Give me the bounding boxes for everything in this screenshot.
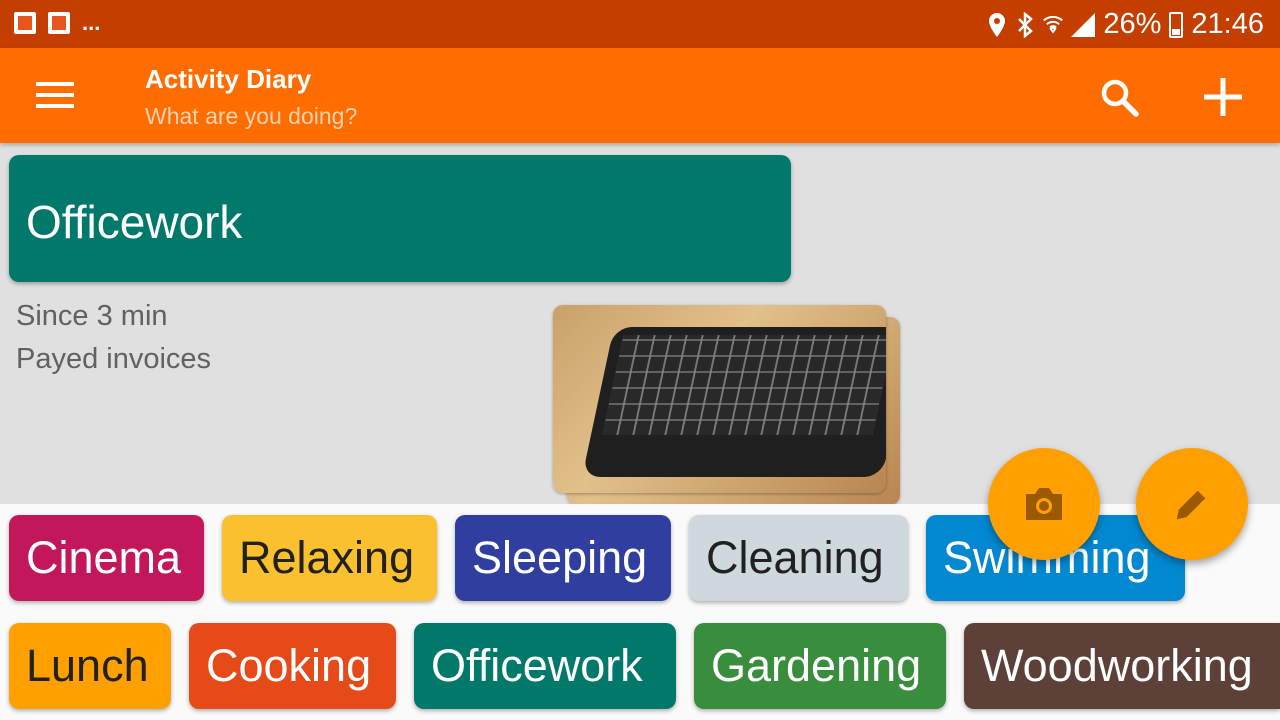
current-activity-name: Officework <box>26 196 243 248</box>
current-activity-card[interactable]: Officework <box>9 155 791 282</box>
app-title: Activity Diary <box>145 64 312 94</box>
app-subtitle: What are you doing? <box>145 103 358 129</box>
battery-percent: 26% <box>1103 8 1162 40</box>
clock: 21:46 <box>1191 8 1264 40</box>
camera-fab[interactable] <box>988 448 1100 560</box>
search-icon[interactable] <box>1098 76 1142 120</box>
activity-chip-cleaning[interactable]: Cleaning <box>689 515 908 601</box>
edit-fab[interactable] <box>1136 448 1248 560</box>
location-icon <box>989 12 1006 37</box>
activity-chip-gardening[interactable]: Gardening <box>694 623 946 709</box>
activity-duration: Since 3 min <box>16 300 168 332</box>
activity-chip-cooking[interactable]: Cooking <box>189 623 396 709</box>
activity-note: Payed invoices <box>16 343 212 375</box>
keyboard-photo[interactable] <box>553 305 886 493</box>
app-notification-icon <box>48 12 70 34</box>
bluetooth-icon <box>1018 11 1034 38</box>
edit-icon <box>1176 488 1208 520</box>
battery-icon <box>1169 11 1184 38</box>
add-icon[interactable] <box>1200 74 1246 120</box>
signal-icon <box>1071 12 1096 37</box>
notification-icons: ... <box>14 10 900 505</box>
app-toolbar: Activity Diary What are you doing? <box>0 48 1280 143</box>
activity-chip-lunch[interactable]: Lunch <box>9 623 171 709</box>
status-bar: ... 26% 21:46 <box>0 0 1280 505</box>
keyboard-keys-rows <box>602 335 886 435</box>
activity-chip-relaxing[interactable]: Relaxing <box>222 515 437 601</box>
app-notification-icon <box>14 12 36 34</box>
wifi-icon <box>1043 15 1064 34</box>
system-status: 26% 21:46 <box>987 8 1264 41</box>
camera-icon <box>1026 488 1062 520</box>
activity-chip-woodworking[interactable]: Woodworking <box>964 623 1280 709</box>
more-notifications: ... <box>82 10 101 35</box>
activity-chip-sleeping[interactable]: Sleeping <box>455 515 671 601</box>
menu-icon[interactable] <box>36 80 76 110</box>
activity-chip-officework[interactable]: Officework <box>414 623 676 709</box>
activity-chip-cinema[interactable]: Cinema <box>9 515 204 601</box>
